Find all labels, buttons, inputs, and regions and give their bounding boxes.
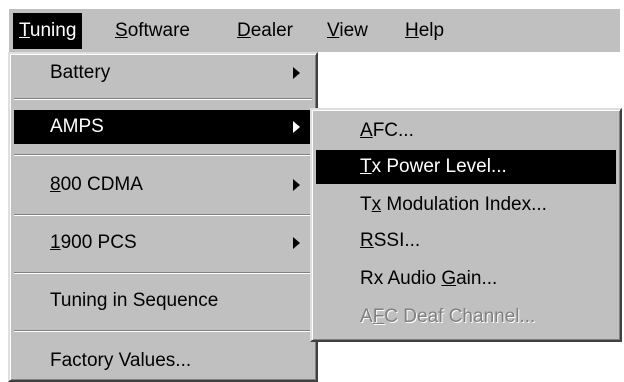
menu-software[interactable]: Software xyxy=(109,13,196,49)
menu-bar: Tuning Software Dealer View Help xyxy=(8,8,620,52)
submenu-item-tx-modulation-index-rest: Modulation Index... xyxy=(381,194,547,215)
submenu-item-rx-audio-gain-mnemonic: G xyxy=(441,268,457,289)
submenu-arrow-icon xyxy=(293,67,300,79)
menu-item-factory-values-label: Factory Values... xyxy=(50,350,192,371)
submenu-item-afc-deaf-channel-label: AFC Deaf Channel... xyxy=(360,300,535,334)
submenu-item-rx-audio-gain-prefix: Rx Audio xyxy=(360,268,442,289)
menu-dealer[interactable]: Dealer xyxy=(231,13,299,49)
submenu-item-afc[interactable]: AFC... xyxy=(316,114,616,148)
menu-software-mnemonic: S xyxy=(115,20,128,41)
menu-item-800-cdma-rest: 00 CDMA xyxy=(60,174,143,195)
submenu-arrow-icon xyxy=(293,121,300,133)
menu-separator xyxy=(14,154,312,156)
submenu-item-tx-modulation-index[interactable]: Tx Modulation Index... xyxy=(316,188,616,222)
submenu-item-afc-rest: FC... xyxy=(372,120,414,141)
menu-separator xyxy=(14,330,312,332)
submenu-item-rssi-rest: SSI... xyxy=(373,230,421,251)
tuning-menu: Battery AMPS 800 CDMA 1900 PCS Tuning in… xyxy=(8,52,318,382)
menu-item-amps[interactable]: AMPS xyxy=(14,110,312,144)
submenu-item-tx-power-level-mnemonic: T xyxy=(360,156,372,177)
menu-separator xyxy=(14,98,312,100)
menu-item-1900-pcs-rest: 900 PCS xyxy=(60,232,137,253)
submenu-item-tx-modulation-index-label: Tx Modulation Index... xyxy=(360,188,547,222)
menu-view[interactable]: View xyxy=(321,13,374,49)
submenu-item-tx-power-level-label: Tx Power Level... xyxy=(360,150,507,184)
submenu-item-tx-power-level[interactable]: Tx Power Level... xyxy=(316,150,616,184)
menu-dealer-mnemonic: D xyxy=(237,20,251,41)
menu-help-mnemonic: H xyxy=(405,20,419,41)
menu-help-label: elp xyxy=(418,20,445,41)
submenu-arrow-icon xyxy=(293,179,300,191)
submenu-item-rx-audio-gain[interactable]: Rx Audio Gain... xyxy=(316,262,616,296)
submenu-item-rx-audio-gain-rest: ain... xyxy=(456,268,498,289)
menu-item-1900-pcs-label: 1900 PCS xyxy=(50,226,137,260)
submenu-item-afc-deaf-channel-mnemonic: F xyxy=(372,306,385,327)
menu-item-factory-values[interactable]: Factory Values... xyxy=(14,344,312,378)
submenu-item-afc-mnemonic: A xyxy=(360,120,373,141)
menu-tuning-label: uning xyxy=(29,20,77,41)
submenu-arrow-icon xyxy=(293,237,300,249)
menu-dealer-label: ealer xyxy=(250,20,293,41)
menu-separator xyxy=(14,272,312,274)
menu-tuning[interactable]: Tuning xyxy=(13,13,83,49)
submenu-item-rssi-label: RSSI... xyxy=(360,224,420,258)
menu-item-800-cdma[interactable]: 800 CDMA xyxy=(14,168,312,202)
menu-item-tuning-in-sequence-label: Tuning in Sequence xyxy=(50,290,219,311)
submenu-item-tx-modulation-index-mnemonic: x xyxy=(371,194,382,215)
submenu-item-tx-modulation-index-prefix: T xyxy=(360,194,372,215)
menu-help[interactable]: Help xyxy=(399,13,450,49)
submenu-item-rx-audio-gain-label: Rx Audio Gain... xyxy=(360,262,497,296)
menu-item-amps-label: AMPS xyxy=(50,116,104,137)
submenu-item-tx-power-level-rest: x Power Level... xyxy=(371,156,507,177)
menu-item-1900-pcs-mnemonic: 1 xyxy=(50,232,61,253)
menu-item-battery-label: Battery xyxy=(50,62,111,83)
submenu-item-afc-deaf-channel: AFC Deaf Channel... xyxy=(316,300,616,334)
menu-item-battery[interactable]: Battery xyxy=(14,56,312,90)
menu-view-mnemonic: V xyxy=(327,20,340,41)
submenu-item-afc-deaf-channel-rest: C Deaf Channel... xyxy=(384,306,536,327)
menu-separator xyxy=(14,214,312,216)
menu-item-800-cdma-label: 800 CDMA xyxy=(50,168,143,202)
menu-item-800-cdma-mnemonic: 8 xyxy=(50,174,61,195)
amps-submenu: AFC... Tx Power Level... Tx Modulation I… xyxy=(310,108,622,342)
submenu-item-rssi-mnemonic: R xyxy=(360,230,374,251)
submenu-item-rssi[interactable]: RSSI... xyxy=(316,224,616,258)
submenu-item-afc-label: AFC... xyxy=(360,114,414,148)
menu-tuning-mnemonic: T xyxy=(19,20,30,41)
menu-item-1900-pcs[interactable]: 1900 PCS xyxy=(14,226,312,260)
menu-view-label: iew xyxy=(339,20,368,41)
menu-item-tuning-in-sequence[interactable]: Tuning in Sequence xyxy=(14,284,312,318)
menu-software-label: oftware xyxy=(127,20,190,41)
submenu-item-afc-deaf-channel-prefix: A xyxy=(360,306,373,327)
